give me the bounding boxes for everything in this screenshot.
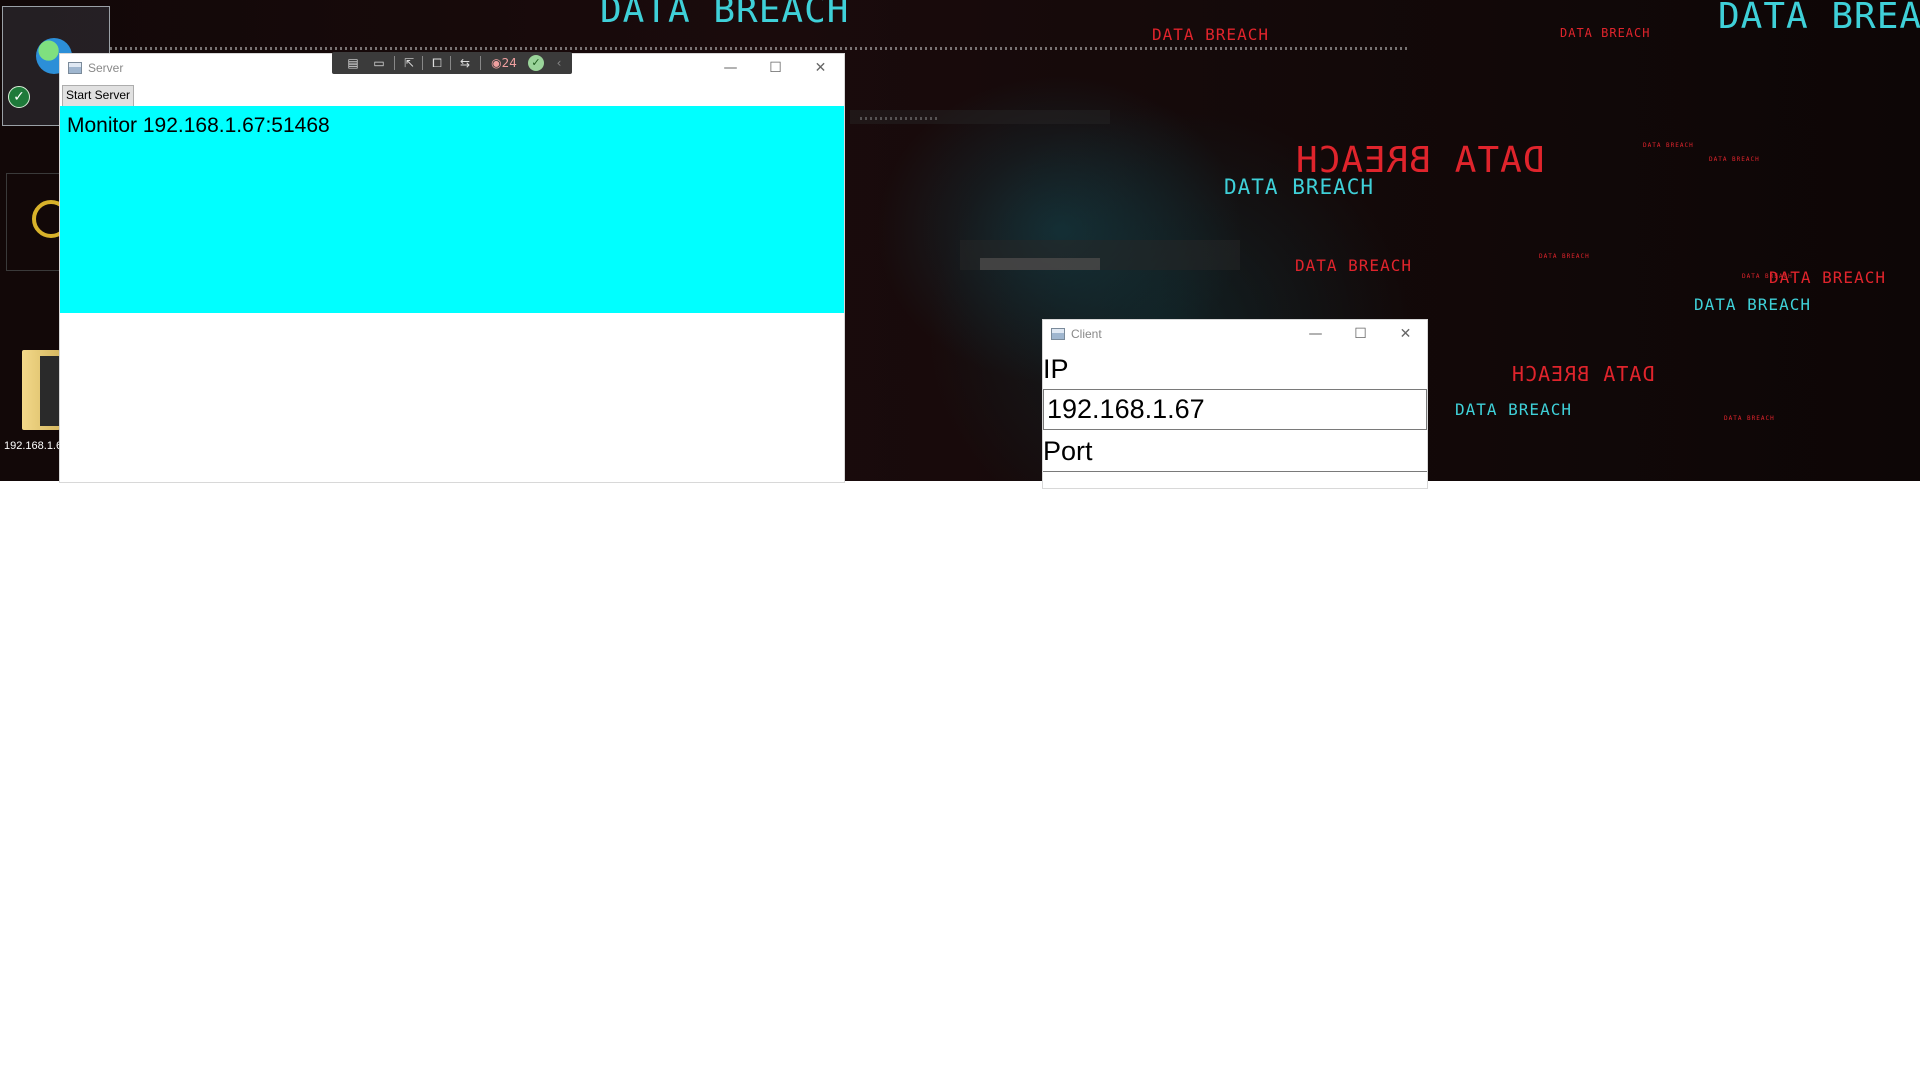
floating-toolbar: ▤ ▭ ⇱ ⧠ ⇆ ◉24 ✓ ‹ <box>332 52 572 74</box>
monitor-panel: Monitor 192.168.1.67:51468 <box>60 106 844 313</box>
check-icon: ✓ <box>8 86 30 108</box>
desktop-icon-label: 192.168.1.6 <box>4 440 63 452</box>
minimize-button[interactable]: — <box>1293 320 1338 350</box>
wallpaper-text: DATA BREACH <box>1152 25 1269 44</box>
switch-icon[interactable]: ⇆ <box>456 54 474 72</box>
wallpaper-text: DATA BREACH <box>1643 142 1694 149</box>
maximize-button[interactable]: ☐ <box>753 54 798 84</box>
ip-input[interactable]: 192.168.1.67 <box>1043 389 1427 430</box>
client-window: Client — ☐ ✕ IP 192.168.1.67 Port <box>1042 319 1428 489</box>
video-icon[interactable]: ▭ <box>370 54 388 72</box>
wallpaper-text: DATA BREACH <box>1295 256 1412 275</box>
check-icon[interactable]: ✓ <box>528 55 544 71</box>
glitch-bar <box>980 258 1100 270</box>
toolbar-separator <box>480 56 481 70</box>
wallpaper-text: DATA BREACH <box>1694 295 1811 314</box>
window-title: Server <box>88 61 124 75</box>
wallpaper-text: DATA BREACH <box>1224 175 1375 199</box>
counter-value: 24 <box>501 56 517 70</box>
window-icon <box>68 62 82 74</box>
port-label: Port <box>1043 436 1093 466</box>
settings-icon[interactable]: ▤ <box>344 54 362 72</box>
toolbar-separator <box>450 56 451 70</box>
wallpaper-text: DATA BREACH <box>1455 400 1572 419</box>
wallpaper-text: DATA BREACH <box>1709 156 1760 163</box>
wallpaper-text: DATA BREACH <box>1539 253 1590 260</box>
port-input-edge[interactable] <box>1043 471 1427 472</box>
wallpaper-text: DATA BREACH <box>1511 362 1655 386</box>
close-button[interactable]: ✕ <box>1383 320 1428 350</box>
ip-label: IP <box>1043 354 1069 384</box>
minimize-button[interactable]: — <box>708 54 753 84</box>
wallpaper-text: DATA BREACH <box>1724 415 1775 422</box>
toolbar-separator <box>422 56 423 70</box>
collapse-icon[interactable]: ‹ <box>552 54 566 72</box>
client-titlebar[interactable]: Client — ☐ ✕ <box>1043 320 1427 350</box>
close-button[interactable]: ✕ <box>798 54 843 84</box>
folder-icon-detail <box>40 356 60 426</box>
broadcast-icon: ◉ <box>491 56 502 70</box>
glitch-bar <box>850 110 1110 124</box>
glitch-scanline <box>110 47 1410 50</box>
window-icon <box>1051 328 1065 340</box>
start-server-button[interactable]: Start Server <box>62 85 135 107</box>
wallpaper-text: DATA BREACH <box>1560 26 1651 40</box>
pointer-icon[interactable]: ⇱ <box>400 54 418 72</box>
counter-badge[interactable]: ◉24 <box>486 54 522 72</box>
monitor-text: Monitor 192.168.1.67:51468 <box>67 114 330 137</box>
wallpaper-text: DATA BREACH <box>1742 273 1793 280</box>
fullscreen-icon[interactable]: ⧠ <box>428 54 446 72</box>
maximize-button[interactable]: ☐ <box>1338 320 1383 350</box>
server-window: Server — ☐ ✕ Start Server Monitor 192.16… <box>59 53 845 483</box>
toolbar-separator <box>394 56 395 70</box>
wallpaper-text: DATA BREACH <box>1718 0 1920 37</box>
window-title: Client <box>1071 327 1102 341</box>
wallpaper-text: DATA BREACH <box>600 0 850 31</box>
